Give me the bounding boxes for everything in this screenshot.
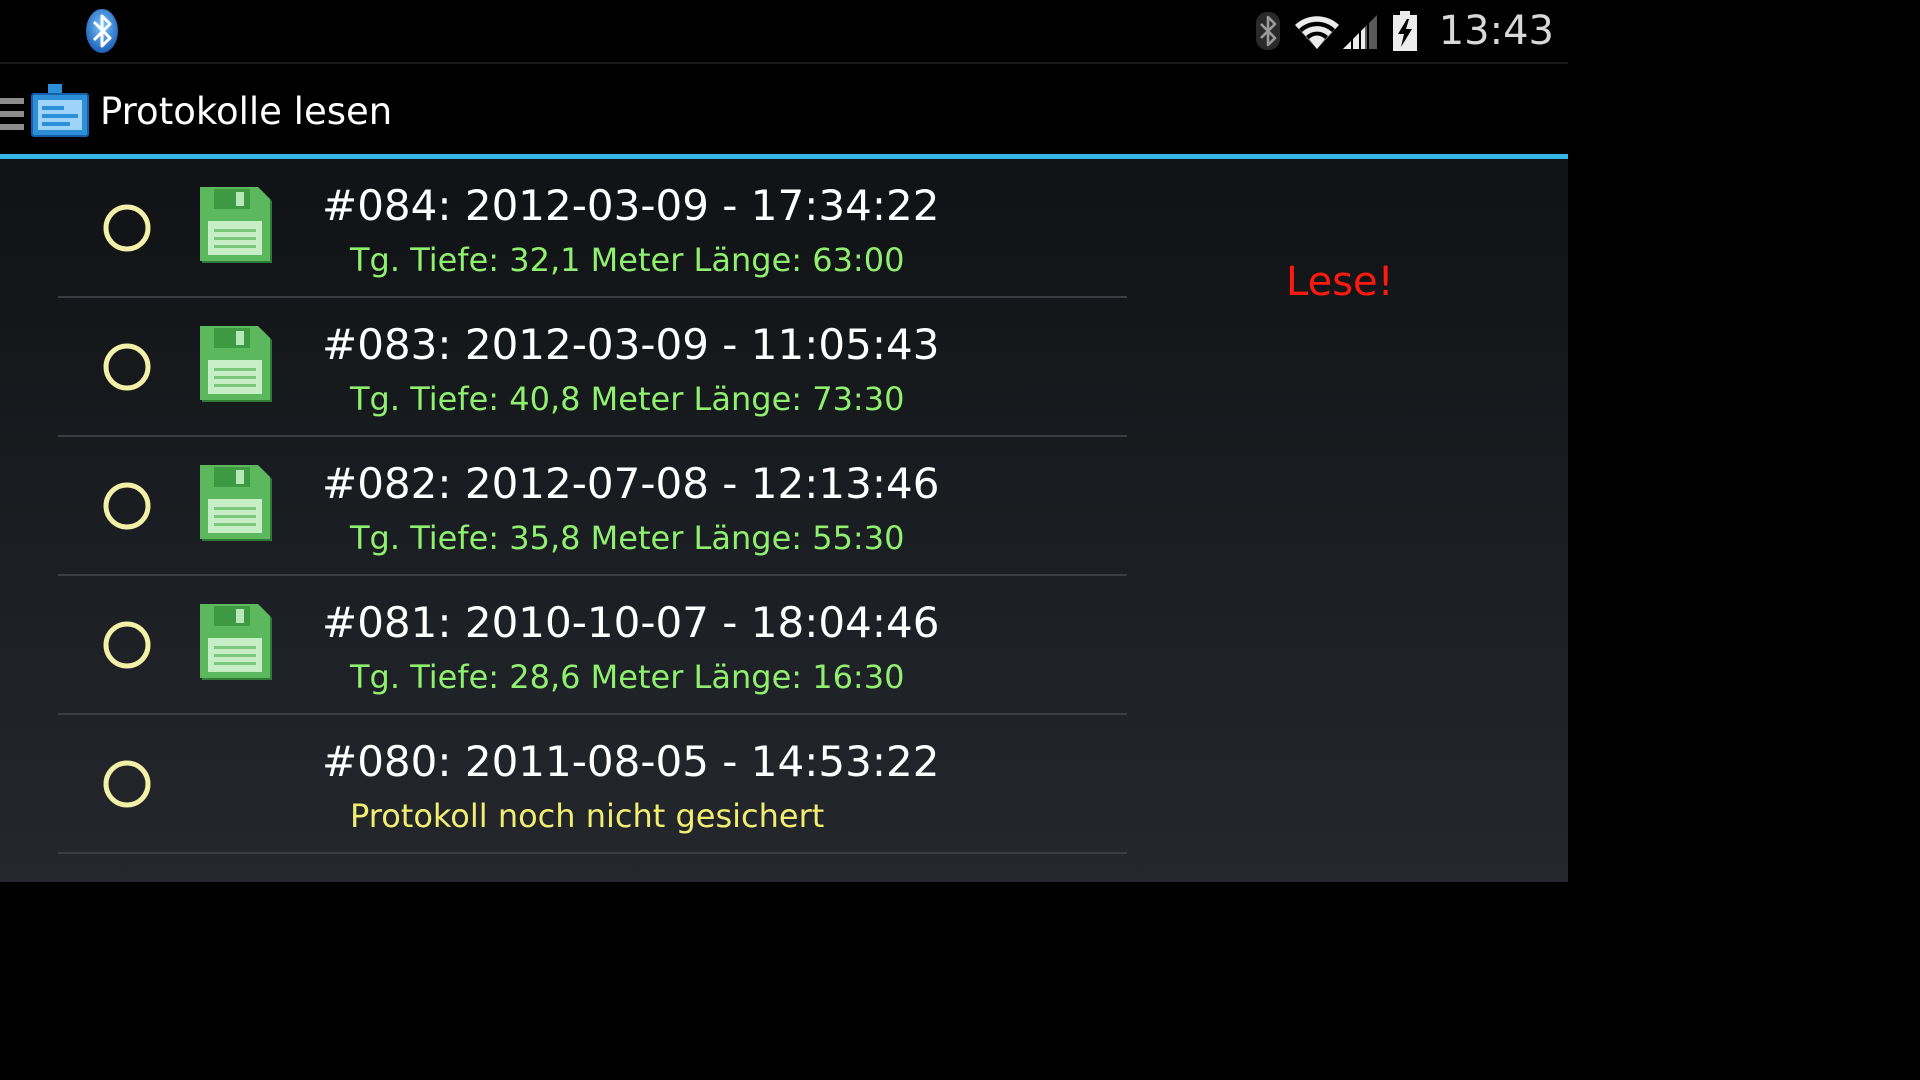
app-icon[interactable]: [28, 82, 92, 140]
log-title: #082: 2012-07-08 - 12:13:46: [322, 459, 940, 508]
wifi-icon: [1294, 16, 1339, 49]
list-item[interactable]: #081: 2010-10-07 - 18:04:46 Tg. Tiefe: 2…: [58, 576, 1127, 715]
status-bar: 13:43: [0, 0, 1568, 62]
radio-button[interactable]: [102, 620, 152, 670]
list-item[interactable]: #084: 2012-03-09 - 17:34:22 Tg. Tiefe: 3…: [58, 159, 1127, 298]
log-title: #081: 2010-10-07 - 18:04:46: [322, 598, 940, 647]
bluetooth-icon: [86, 9, 118, 53]
page-title: Protokolle lesen: [100, 90, 393, 133]
content-area: #084: 2012-03-09 - 17:34:22 Tg. Tiefe: 3…: [0, 159, 1568, 882]
bluetooth-icon: [1255, 12, 1280, 50]
floppy-disk-icon: [200, 326, 272, 402]
log-summary: Tg. Tiefe: 40,8 Meter Länge: 73:30: [350, 380, 905, 418]
list-item[interactable]: #082: 2012-07-08 - 12:13:46 Tg. Tiefe: 3…: [58, 437, 1127, 576]
clock: 13:43: [1438, 8, 1554, 54]
radio-button[interactable]: [102, 203, 152, 253]
floppy-disk-icon: [200, 187, 272, 263]
radio-button[interactable]: [102, 342, 152, 392]
signal-icon: [1342, 15, 1377, 49]
log-title: #083: 2012-03-09 - 11:05:43: [322, 320, 940, 369]
screen: 13:43 Protokolle lesen #084: 2012-03-09 …: [0, 0, 1568, 882]
log-summary: Tg. Tiefe: 32,1 Meter Länge: 63:00: [350, 241, 905, 279]
log-title: #084: 2012-03-09 - 17:34:22: [322, 181, 940, 230]
radio-button[interactable]: [102, 481, 152, 531]
action-bar: Protokolle lesen: [0, 62, 1568, 154]
list-item[interactable]: #083: 2012-03-09 - 11:05:43 Tg. Tiefe: 4…: [58, 298, 1127, 437]
log-status: Protokoll noch nicht gesichert: [350, 797, 825, 835]
log-title: #080: 2011-08-05 - 14:53:22: [322, 737, 940, 786]
status-icons: 13:43: [1255, 0, 1554, 62]
read-status: Lese!: [1286, 259, 1394, 305]
log-list: #084: 2012-03-09 - 17:34:22 Tg. Tiefe: 3…: [58, 159, 1127, 854]
log-summary: Tg. Tiefe: 35,8 Meter Länge: 55:30: [350, 519, 905, 557]
radio-button[interactable]: [102, 759, 152, 809]
floppy-disk-icon: [200, 465, 272, 541]
list-item[interactable]: #080: 2011-08-05 - 14:53:22 Protokoll no…: [58, 715, 1127, 854]
log-summary: Tg. Tiefe: 28,6 Meter Länge: 16:30: [350, 658, 905, 696]
drawer-menu-icon[interactable]: [0, 94, 26, 134]
battery-charging-icon: [1392, 11, 1417, 51]
floppy-disk-icon: [200, 604, 272, 680]
